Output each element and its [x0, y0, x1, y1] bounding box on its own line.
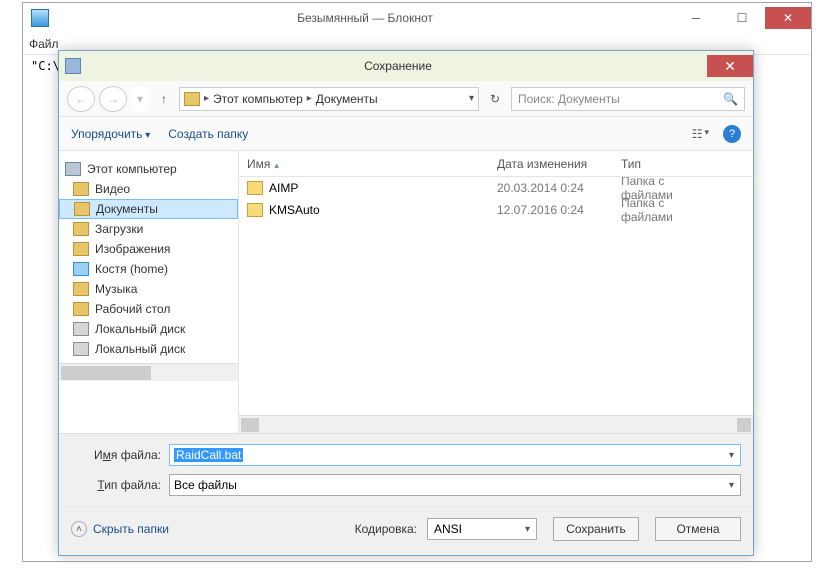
hide-folders-link[interactable]: ˄ Скрыть папки	[71, 521, 169, 537]
dialog-body: Этот компьютер Видео Документы Загрузки …	[59, 151, 753, 433]
dialog-icon	[65, 58, 81, 74]
folder-icon	[73, 182, 89, 196]
dialog-toolbar: Упорядочить Создать папку ☷ ▾ ?	[59, 117, 753, 151]
chevron-down-icon[interactable]: ▾	[469, 93, 474, 104]
filetype-label: Тип файла:	[71, 478, 161, 492]
folder-icon	[73, 302, 89, 316]
tree-item-video[interactable]: Видео	[59, 179, 238, 199]
file-list-header: Имя▴ Дата изменения Тип	[239, 151, 753, 177]
maximize-button[interactable]: ☐	[719, 7, 765, 29]
tree-item-downloads[interactable]: Загрузки	[59, 219, 238, 239]
tree-root-pc[interactable]: Этот компьютер	[59, 159, 238, 179]
folder-icon	[73, 222, 89, 236]
tree-scrollbar[interactable]	[59, 363, 238, 381]
search-input[interactable]: Поиск: Документы 🔍	[511, 87, 745, 111]
file-row[interactable]: KMSAuto 12.07.2016 0:24 Папка с файлами	[239, 199, 753, 221]
encoding-select[interactable]: ANSI	[427, 518, 537, 540]
column-type[interactable]: Тип	[613, 157, 723, 171]
column-name[interactable]: Имя▴	[239, 157, 489, 171]
column-date[interactable]: Дата изменения	[489, 157, 613, 171]
folder-icon	[73, 282, 89, 296]
minimize-button[interactable]: ─	[673, 7, 719, 29]
search-icon: 🔍	[723, 92, 738, 106]
tree-item-documents[interactable]: Документы	[59, 199, 238, 219]
dialog-close-button[interactable]: ✕	[707, 55, 753, 77]
network-icon	[73, 262, 89, 276]
file-list: Имя▴ Дата изменения Тип AIMP 20.03.2014 …	[239, 151, 753, 433]
tree-item-localdisk1[interactable]: Локальный диск	[59, 319, 238, 339]
folder-icon	[184, 92, 200, 106]
view-options-button[interactable]: ☷ ▾	[692, 127, 709, 141]
dialog-input-area: Имя файла: RaidCall.bat Тип файла: Все ф…	[59, 433, 753, 506]
folder-icon	[74, 202, 90, 216]
refresh-button[interactable]: ↻	[483, 92, 507, 106]
sort-asc-icon: ▴	[274, 160, 279, 170]
tree-item-home[interactable]: Костя (home)	[59, 259, 238, 279]
folder-icon	[247, 181, 263, 195]
filetype-select[interactable]: Все файлы	[169, 474, 741, 496]
disk-icon	[73, 342, 89, 356]
encoding-label: Кодировка:	[355, 522, 417, 536]
save-dialog: Сохранение ✕ ← → ▾ ↑ ▸ Этот компьютер ▸ …	[58, 50, 754, 556]
nav-tree: Этот компьютер Видео Документы Загрузки …	[59, 151, 239, 433]
filename-label: Имя файла:	[71, 448, 161, 462]
tree-item-music[interactable]: Музыка	[59, 279, 238, 299]
folder-icon	[247, 203, 263, 217]
breadcrumb-root[interactable]: Этот компьютер	[213, 92, 303, 106]
notepad-icon	[31, 9, 49, 27]
breadcrumb-folder[interactable]: Документы	[316, 92, 378, 106]
nav-up-button[interactable]: ↑	[153, 92, 175, 106]
save-button[interactable]: Сохранить	[553, 517, 639, 541]
chevron-up-icon: ˄	[71, 521, 87, 537]
menu-file[interactable]: Файл	[29, 37, 59, 51]
new-folder-button[interactable]: Создать папку	[168, 127, 248, 141]
notepad-titlebar: Безымянный — Блокнот ─ ☐ ✕	[23, 3, 811, 33]
disk-icon	[73, 322, 89, 336]
tree-item-desktop[interactable]: Рабочий стол	[59, 299, 238, 319]
dialog-titlebar: Сохранение ✕	[59, 51, 753, 81]
dialog-title: Сохранение	[89, 59, 707, 73]
cancel-button[interactable]: Отмена	[655, 517, 741, 541]
folder-icon	[73, 242, 89, 256]
nav-forward-button[interactable]: →	[99, 86, 127, 112]
file-list-scrollbar[interactable]	[239, 415, 753, 433]
filename-value: RaidCall.bat	[174, 448, 243, 462]
chevron-right-icon: ▸	[307, 93, 312, 104]
notepad-title: Безымянный — Блокнот	[57, 11, 673, 25]
nav-back-button[interactable]: ←	[67, 86, 95, 112]
help-button[interactable]: ?	[723, 125, 741, 143]
search-placeholder: Поиск: Документы	[518, 92, 620, 106]
pc-icon	[65, 162, 81, 176]
chevron-right-icon: ▸	[204, 93, 209, 104]
organize-button[interactable]: Упорядочить	[71, 127, 150, 141]
breadcrumb[interactable]: ▸ Этот компьютер ▸ Документы ▾	[179, 87, 479, 111]
close-button[interactable]: ✕	[765, 7, 811, 29]
dialog-footer: ˄ Скрыть папки Кодировка: ANSI Сохранить…	[59, 506, 753, 555]
nav-history-dropdown[interactable]: ▾	[131, 86, 149, 112]
tree-item-localdisk2[interactable]: Локальный диск	[59, 339, 238, 359]
nav-bar: ← → ▾ ↑ ▸ Этот компьютер ▸ Документы ▾ ↻…	[59, 81, 753, 117]
filename-input[interactable]: RaidCall.bat	[169, 444, 741, 466]
tree-item-pictures[interactable]: Изображения	[59, 239, 238, 259]
